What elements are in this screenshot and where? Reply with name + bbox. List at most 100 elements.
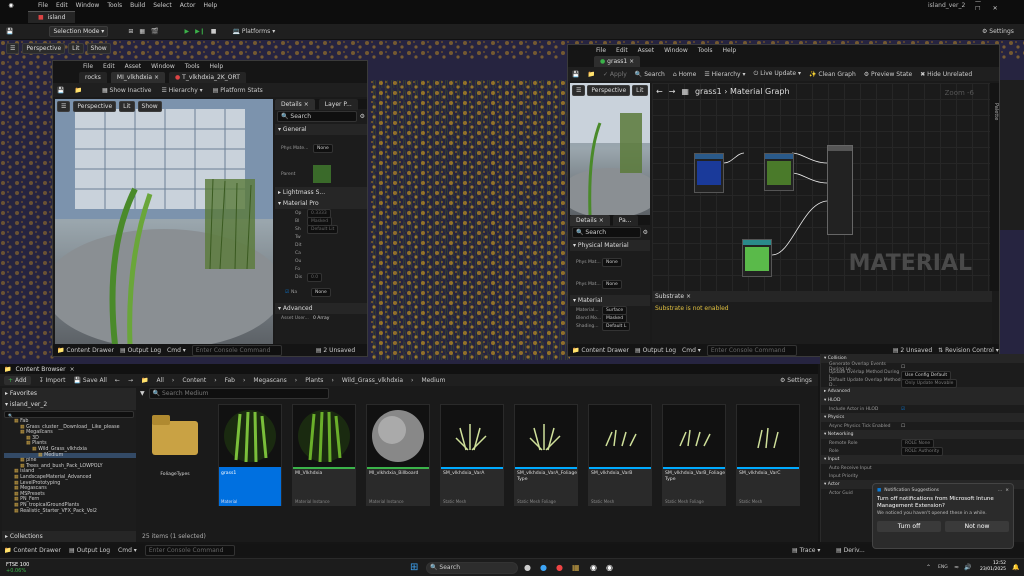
menu-window[interactable]: Window (76, 2, 100, 9)
asset-tile[interactable]: MI_Vlkhdxia Material Instance (292, 404, 356, 506)
asset-tile[interactable]: SM_vlkhdxia_VarC Static Mesh (736, 404, 800, 506)
texture-sample-node-3[interactable] (742, 239, 772, 277)
mi-console-input[interactable]: Enter Console Command (191, 344, 282, 356)
mat-vp-menu-button[interactable]: ☰ (572, 85, 586, 96)
level-tab[interactable]: ■ island (28, 11, 76, 23)
mi-lightmass-section[interactable]: ▸ Lightmass S... (275, 187, 367, 198)
language-indicator[interactable]: ENG (938, 565, 948, 570)
mat-menu-help[interactable]: Help (723, 47, 737, 54)
notification-more-icon[interactable]: … (998, 488, 1003, 493)
mi-tab-texture[interactable]: ● T_vlkhdxia_2K_ORT (169, 71, 246, 83)
taskbar-app-2-icon[interactable]: ● (540, 563, 547, 572)
derived-data-button[interactable]: ▤ Deriv... (836, 547, 865, 554)
mi-menu-window[interactable]: Window (151, 63, 175, 70)
folder-search[interactable]: 🔍 (4, 411, 134, 418)
show-button[interactable]: Show (86, 43, 111, 54)
taskbar-search[interactable]: 🔍 Search (426, 561, 518, 574)
mat-details-tab[interactable]: Details × (570, 214, 610, 226)
preview-state-button[interactable]: ⚙ Preview State (864, 71, 912, 78)
asset-search-input[interactable]: 🔍 Search Medium (148, 387, 329, 399)
add-actor-icon[interactable]: ⊞ (128, 28, 133, 35)
role-value[interactable]: ROLE Authority (901, 446, 944, 456)
hlod-section[interactable]: ▾ HLOD (821, 396, 1024, 405)
mat-phys-mat1-value[interactable]: None (602, 257, 622, 267)
mi-material-prop-section[interactable]: ▾ Material Pro (275, 198, 367, 209)
mat-browse-icon[interactable]: 📁 (587, 71, 594, 78)
taskbar-app-1-icon[interactable]: ● (524, 563, 531, 572)
asset-tile-selected[interactable]: grass1 Material (218, 404, 282, 506)
physics-section[interactable]: ▾ Physics (821, 413, 1024, 422)
mat-material-section[interactable]: ▾ Material (570, 295, 650, 306)
save-icon[interactable]: 💾 (6, 28, 13, 35)
path-fab[interactable]: Fab (225, 377, 235, 384)
start-icon[interactable]: ⊞ (410, 562, 418, 573)
home-button[interactable]: ⌂ Home (673, 71, 696, 78)
tray-up-icon[interactable]: ⌃ (926, 564, 931, 571)
mi-menu-help[interactable]: Help (210, 63, 224, 70)
mat-search-button[interactable]: 🔍 Search (635, 71, 665, 78)
blueprint-icon[interactable]: ▦ (139, 28, 145, 35)
play-icon[interactable]: ▶ (185, 28, 190, 35)
path-megascans[interactable]: Megascans (253, 377, 286, 384)
asset-tile[interactable]: SM_vlkhdxia_VarB Static Mesh (588, 404, 652, 506)
mat-menu-asset[interactable]: Asset (638, 47, 654, 54)
mat-shading-value[interactable]: Default L (602, 321, 631, 331)
mi-output-log-button[interactable]: ▤ Output Log (120, 347, 161, 354)
console-input[interactable]: Enter Console Command (144, 544, 235, 556)
mi-advanced-section[interactable]: ▾ Advanced (275, 303, 367, 314)
asset-tile[interactable]: SM_vlkhdxia_VarB_Foliage Type Static Mes… (662, 404, 726, 506)
menu-build[interactable]: Build (130, 2, 145, 9)
material-graph[interactable]: ← → ▦ grass1 › Material Graph Zoom -6 MA… (652, 83, 992, 291)
input-section[interactable]: ▾ Input (821, 455, 1024, 464)
hierarchy-button[interactable]: ☰ Hierarchy ▾ (161, 87, 202, 94)
turn-off-button[interactable]: Turn off (877, 521, 941, 532)
collections-section[interactable]: ▸ Collections (2, 531, 136, 542)
stop-icon[interactable]: ■ (211, 28, 217, 35)
collision-advanced-section[interactable]: ▸ Advanced (821, 387, 1024, 396)
mat-lit-button[interactable]: Lit (632, 85, 648, 96)
platforms-button[interactable]: 💻 Platforms ▾ (232, 28, 275, 35)
taskbar-explorer-icon[interactable]: ▦ (572, 563, 580, 572)
asset-tile[interactable]: FoliageTypes (144, 404, 208, 506)
mat-unsaved-label[interactable]: ▤ 2 Unsaved (893, 347, 932, 354)
mat-menu-edit[interactable]: Edit (616, 47, 628, 54)
mi-parent-thumb[interactable] (313, 165, 331, 183)
palette-sidebar[interactable]: Palette (990, 83, 999, 291)
menu-help[interactable]: Help (204, 2, 218, 9)
cinematics-icon[interactable]: 🎬 (151, 28, 158, 35)
mi-na-checkbox[interactable]: ☑ (275, 290, 289, 295)
mi-details-search[interactable]: 🔍 Search (277, 111, 357, 122)
history-back-icon[interactable]: ← (115, 377, 120, 384)
mi-details-settings-icon[interactable]: ⚙ (360, 113, 365, 120)
mi-preview-viewport[interactable]: ☰ Perspective Lit Show (55, 99, 273, 345)
include-hlod-checkbox[interactable]: ☑ (901, 407, 905, 412)
asset-tile[interactable]: MI_vlkhdxia_Billboard Material Instance (366, 404, 430, 506)
revision-control-button[interactable]: ⇅ Revision Control ▾ (938, 347, 999, 354)
mi-tab-mi-vlkhdxia[interactable]: MI_vlkhdxia × (110, 71, 165, 83)
mat-perspective-button[interactable]: Perspective (587, 85, 631, 96)
path-medium[interactable]: Medium (421, 377, 445, 384)
notification-bell-icon[interactable]: 🔔 (1012, 564, 1019, 571)
mat-menu-tools[interactable]: Tools (698, 47, 713, 54)
trace-button[interactable]: ▤ Trace ▾ (792, 547, 820, 554)
mi-details-tab[interactable]: Details × (275, 98, 315, 110)
menu-tools[interactable]: Tools (107, 2, 122, 9)
mat-output-log-button[interactable]: ▤ Output Log (635, 347, 676, 354)
volume-icon[interactable]: 🔊 (964, 564, 971, 571)
mat-physical-material-section[interactable]: ▾ Physical Material (570, 240, 650, 251)
mat-details-settings-icon[interactable]: ⚙ (643, 229, 648, 236)
mat-tab-grass1[interactable]: ● grass1 × (594, 55, 641, 67)
mi-menu-tools[interactable]: Tools (185, 63, 200, 70)
mat-menu-file[interactable]: File (596, 47, 606, 54)
asset-tile[interactable]: SM_vlkhdxia_VarA_Foliage Type Static Mes… (514, 404, 578, 506)
selection-mode-button[interactable]: Selection Mode ▾ (49, 26, 109, 37)
mi-content-drawer-button[interactable]: 📁 Content Drawer (57, 347, 114, 354)
filter-icon[interactable]: ▼ (140, 390, 145, 397)
mi-unsaved-label[interactable]: ▤ 2 Unsaved (316, 347, 355, 354)
settings-button[interactable]: ⚙ Settings (982, 28, 1014, 35)
tree-item[interactable]: ▦ Realistic_Starter_VFX_Pack_Vol2 (4, 509, 136, 515)
networking-section[interactable]: ▾ Networking (821, 430, 1024, 439)
gen-overlap-checkbox[interactable]: ☐ (901, 365, 905, 370)
clock[interactable]: 12:52 23/01/2025 (980, 561, 1006, 573)
content-settings-button[interactable]: ⚙ Settings (780, 377, 812, 384)
